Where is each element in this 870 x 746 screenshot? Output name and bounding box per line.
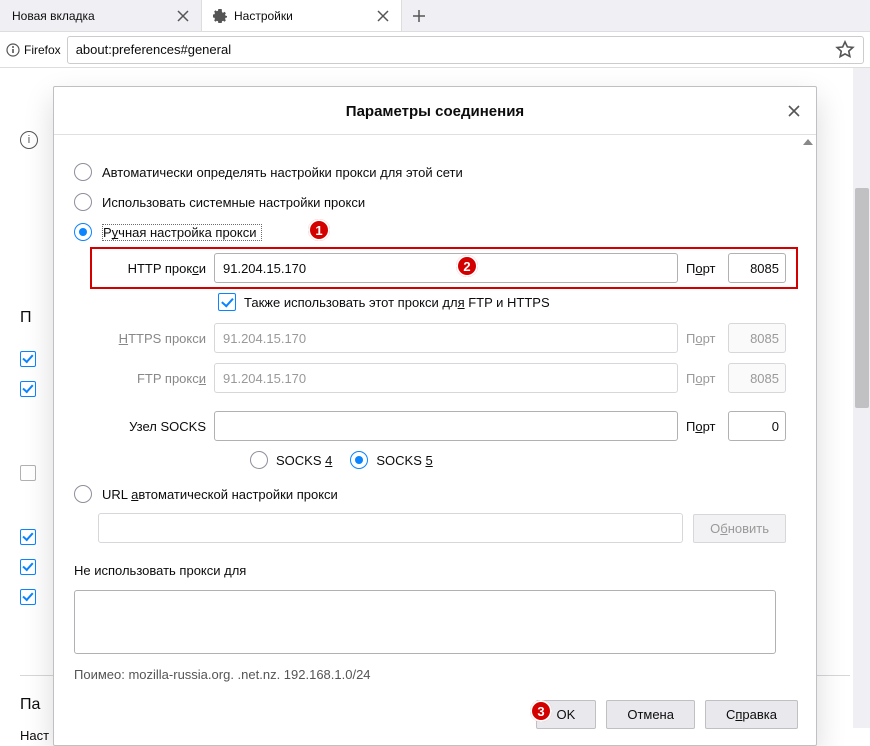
url-bar[interactable] bbox=[67, 36, 864, 64]
https-label: HTTPS прокси bbox=[98, 331, 206, 346]
radio-icon bbox=[74, 485, 92, 503]
port-label: Порт bbox=[686, 371, 720, 386]
cancel-button[interactable]: Отмена bbox=[606, 700, 695, 729]
close-icon[interactable] bbox=[784, 101, 804, 121]
noproxy-label: Не использовать прокси для bbox=[74, 563, 786, 578]
socks-port-input[interactable] bbox=[728, 411, 786, 441]
modal-scrollbar[interactable] bbox=[798, 135, 816, 688]
ftp-label: FTP прокси bbox=[98, 371, 206, 386]
tab-title-2: Настройки bbox=[234, 9, 369, 23]
gear-icon bbox=[212, 8, 228, 24]
new-tab-button[interactable] bbox=[402, 0, 436, 31]
radio-system[interactable]: Использовать системные настройки прокси bbox=[74, 193, 786, 211]
socks-input[interactable] bbox=[214, 411, 678, 441]
autoconfig-url-row: Обновить bbox=[98, 513, 786, 543]
http-label: HTTP прокси bbox=[98, 261, 206, 276]
ok-button[interactable]: OK bbox=[536, 700, 597, 729]
scroll-up-icon[interactable] bbox=[803, 139, 813, 145]
radio-auto-label: Автоматически определять настройки прокс… bbox=[102, 165, 463, 180]
autoconfig-input bbox=[98, 513, 683, 543]
radio-socks5[interactable]: SOCKS 5 bbox=[350, 451, 432, 469]
close-icon[interactable] bbox=[175, 8, 191, 24]
port-label: Порт bbox=[686, 419, 720, 434]
navbar: Firefox bbox=[0, 32, 870, 68]
modal-title: Параметры соединения bbox=[346, 103, 524, 120]
socks-version-row: SOCKS 4 SOCKS 5 bbox=[250, 451, 786, 469]
callout-1: 1 bbox=[308, 219, 330, 241]
radio-icon bbox=[74, 193, 92, 211]
port-label: Порт bbox=[686, 331, 720, 346]
close-icon[interactable] bbox=[375, 8, 391, 24]
modal-body: Автоматически определять настройки прокс… bbox=[54, 135, 816, 688]
noproxy-example: Поимео: mozilla-russia.org. .net.nz. 192… bbox=[74, 667, 786, 682]
radio-icon bbox=[74, 163, 92, 181]
socks-row: Узел SOCKS Порт bbox=[98, 411, 786, 441]
radio-autoconfig-label: URL автоматической настройки прокси bbox=[102, 487, 338, 502]
http-proxy-row: HTTP прокси Порт bbox=[98, 253, 786, 283]
ftp-proxy-input bbox=[214, 363, 678, 393]
socks5-label: SOCKS 5 bbox=[376, 453, 432, 468]
tab-strip: Новая вкладка Настройки bbox=[0, 0, 870, 32]
radio-system-label: Использовать системные настройки прокси bbox=[102, 195, 365, 210]
tab-title-1: Новая вкладка bbox=[12, 9, 169, 23]
https-port-input bbox=[728, 323, 786, 353]
url-input[interactable] bbox=[76, 42, 835, 57]
http-port-input[interactable] bbox=[728, 253, 786, 283]
modal-header: Параметры соединения bbox=[54, 87, 816, 135]
modal-footer: 3 OK Отмена Справка bbox=[54, 688, 816, 745]
radio-manual-label: Ручная настройка прокси bbox=[102, 224, 262, 241]
bookmark-star-icon[interactable] bbox=[835, 40, 855, 60]
info-icon bbox=[6, 43, 20, 57]
https-proxy-input bbox=[214, 323, 678, 353]
port-label: Порт bbox=[686, 261, 720, 276]
proxy-fields: 2 HTTP прокси Порт Также использовать эт… bbox=[98, 253, 786, 469]
checkbox-icon bbox=[218, 293, 236, 311]
radio-icon bbox=[250, 451, 268, 469]
tab-new[interactable]: Новая вкладка bbox=[2, 0, 202, 31]
noproxy-textarea[interactable] bbox=[74, 590, 776, 654]
share-proxy-label: Также использовать этот прокси для FTP и… bbox=[244, 295, 550, 310]
help-button[interactable]: Справка bbox=[705, 700, 798, 729]
http-proxy-input[interactable] bbox=[214, 253, 678, 283]
connection-settings-modal: Параметры соединения Автоматически опред… bbox=[53, 86, 817, 746]
radio-icon bbox=[350, 451, 368, 469]
radio-manual[interactable]: Ручная настройка прокси 1 bbox=[74, 223, 786, 241]
radio-socks4[interactable]: SOCKS 4 bbox=[250, 451, 332, 469]
radio-auto-detect[interactable]: Автоматически определять настройки прокс… bbox=[74, 163, 786, 181]
ftp-port-input bbox=[728, 363, 786, 393]
refresh-button: Обновить bbox=[693, 514, 786, 543]
identity-block[interactable]: Firefox bbox=[6, 43, 61, 57]
https-proxy-row: HTTPS прокси Порт bbox=[98, 323, 786, 353]
tab-settings[interactable]: Настройки bbox=[202, 0, 402, 31]
modal-overlay: Параметры соединения Автоматически опред… bbox=[0, 68, 870, 728]
share-proxy-row[interactable]: Также использовать этот прокси для FTP и… bbox=[218, 293, 786, 311]
radio-autoconfig[interactable]: URL автоматической настройки прокси bbox=[74, 485, 786, 503]
identity-label: Firefox bbox=[24, 43, 61, 57]
ftp-proxy-row: FTP прокси Порт bbox=[98, 363, 786, 393]
radio-icon bbox=[74, 223, 92, 241]
socks-label: Узел SOCKS bbox=[98, 419, 206, 434]
socks4-label: SOCKS 4 bbox=[276, 453, 332, 468]
